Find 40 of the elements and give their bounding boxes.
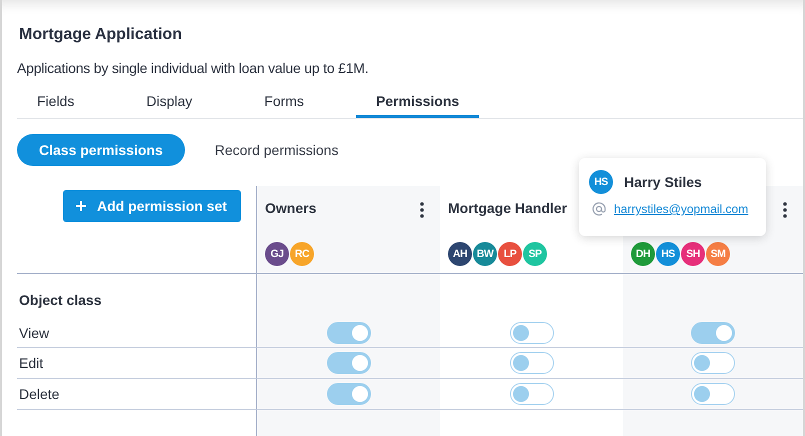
toggle-switch[interactable] (326, 322, 370, 344)
row-label: View (18, 325, 50, 341)
row-label: Delete (18, 386, 60, 402)
at-sign-icon (592, 202, 606, 216)
avatar: HS (589, 170, 613, 194)
avatar[interactable]: GJ (265, 242, 289, 266)
avatar[interactable]: DH (631, 242, 655, 266)
avatar[interactable]: LP (498, 242, 522, 266)
page-title: Mortgage Application (19, 26, 183, 45)
page-description: Applications by single individual with loan value up to £1M. (17, 60, 370, 76)
column-title: Mortgage Handler (448, 200, 568, 218)
toggle-switch[interactable] (326, 352, 370, 374)
section-label: Object class (18, 292, 102, 308)
user-name: Harry Stiles (624, 174, 702, 190)
segment-tab[interactable]: Class permissions (17, 134, 185, 166)
avatar[interactable]: SM (706, 242, 730, 266)
toggle-switch[interactable] (326, 383, 370, 405)
tab[interactable]: Display (126, 86, 212, 118)
toggle-switch[interactable] (510, 352, 554, 374)
toggle-switch[interactable] (691, 352, 735, 374)
toggle-switch[interactable] (510, 322, 554, 344)
tab[interactable]: Permissions (356, 86, 480, 118)
segment-tab[interactable]: Record permissions (192, 134, 360, 166)
tab[interactable]: Fields (17, 86, 94, 118)
email-link[interactable]: harrystiles@yopmail.com (614, 202, 748, 216)
more-icon[interactable] (783, 202, 787, 218)
plus-icon (75, 200, 87, 212)
tab[interactable]: Forms (244, 86, 324, 118)
more-icon[interactable] (420, 202, 424, 218)
add-permission-set-button[interactable]: Add permission set (63, 190, 241, 222)
toggle-switch[interactable] (691, 383, 735, 405)
avatar[interactable]: BW (473, 242, 497, 266)
row-label: Edit (18, 355, 44, 371)
column-title: Owners (265, 200, 316, 218)
avatar[interactable]: SP (523, 242, 547, 266)
toggle-switch[interactable] (510, 383, 554, 405)
avatar[interactable]: SH (681, 242, 705, 266)
avatar[interactable]: HS (656, 242, 680, 266)
avatar[interactable]: AH (448, 242, 472, 266)
toggle-switch[interactable] (691, 322, 735, 344)
